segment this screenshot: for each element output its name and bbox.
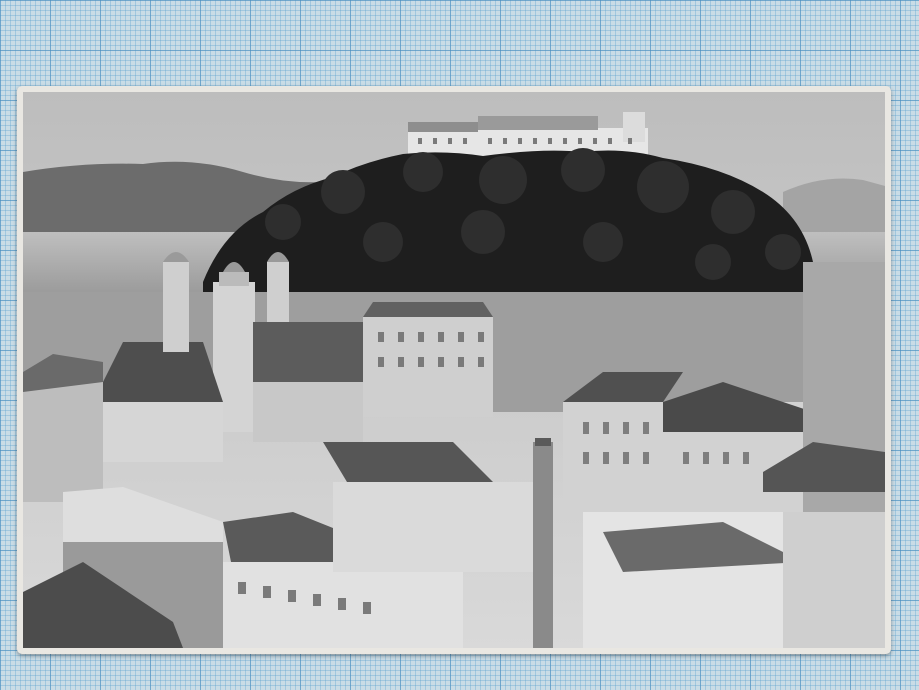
building-gable-wall [333,482,533,572]
left-buildings [23,372,103,502]
chimney [533,442,553,648]
chimney-top [535,438,551,446]
central-block [363,302,493,417]
postcard-photo [23,92,885,648]
postcard [17,86,891,654]
foreground-far-right [783,512,885,648]
